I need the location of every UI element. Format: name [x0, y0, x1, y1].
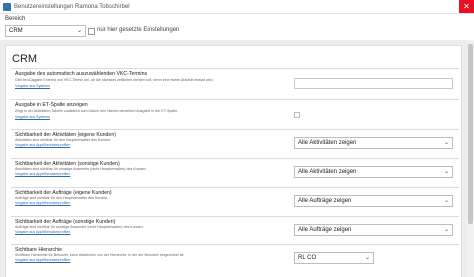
settings-content: CRM Ausgabe des automatisch auszuwählend…: [0, 40, 474, 277]
setting-row: Sichtbarkeit der Aktivitäten (eigene Kun…: [11, 129, 459, 159]
setting-row: Ausgabe in ET-Spalte anzeigen Zeigt in d…: [11, 99, 459, 130]
setting-select-value: Alle Aktivitäten zeigen: [298, 140, 357, 146]
setting-description: Gibt bei Ausgabe Entered von VKC-Termin …: [15, 78, 214, 82]
filter-bar: Bereich CRM ⌄ nur hier gesetzte Einstell…: [0, 14, 474, 40]
setting-default-link[interactable]: Vorgabe aus Appl/Benutzerprofilen: [15, 201, 70, 205]
setting-select[interactable]: Alle Aufträge zeigen ⌄: [294, 224, 453, 236]
setting-checkbox[interactable]: [294, 112, 300, 118]
area-select-value: CRM: [9, 28, 23, 34]
setting-select[interactable]: Alle Aufträge zeigen ⌄: [294, 195, 453, 207]
setting-description: Aufträge sind sichtbar für sonstige Anwe…: [15, 225, 144, 229]
setting-select-value: Alle Aufträge zeigen: [298, 198, 352, 204]
close-button[interactable]: ✕: [459, 0, 474, 13]
setting-description: Zeigt in der Aktivitäten-Tabelle zusätzl…: [15, 109, 179, 113]
title-bar: Benutzereinstellungen Ramona Tobschirbel…: [0, 0, 474, 14]
chevron-down-icon: ⌄: [443, 140, 449, 146]
vertical-scrollbar[interactable]: [467, 40, 474, 277]
own-only-label: nur hier gesetzte Einstellungen: [97, 27, 180, 33]
setting-select[interactable]: RL CO ⌄: [294, 252, 374, 264]
setting-default-link[interactable]: Vorgabe aus Appl/Benutzerprofilen: [15, 230, 70, 234]
setting-default-link[interactable]: Vorgabe aus Appl/Benutzerprofilen: [15, 258, 70, 262]
setting-select-value: Alle Aufträge zeigen: [298, 227, 352, 233]
setting-select[interactable]: Alle Aktivitäten zeigen ⌄: [294, 166, 453, 178]
setting-select-value: RL CO: [298, 255, 317, 261]
chevron-down-icon: ⌄: [443, 198, 449, 204]
chevron-down-icon: ⌄: [443, 169, 449, 175]
own-only-checkbox[interactable]: [88, 28, 95, 35]
setting-title: Ausgabe des automatisch auszuwählenden V…: [15, 71, 148, 77]
setting-row: Ausgabe des automatisch auszuwählenden V…: [11, 68, 459, 100]
scrollbar-thumb[interactable]: [468, 44, 473, 224]
chevron-down-icon: ⌄: [443, 227, 449, 233]
chevron-down-icon: ⌄: [76, 28, 82, 34]
setting-default-link[interactable]: Vorgabe aus Systems: [15, 84, 50, 88]
setting-title: Ausgabe in ET-Spalte anzeigen: [15, 102, 88, 108]
settings-panel: CRM Ausgabe des automatisch auszuwählend…: [5, 45, 462, 277]
area-select[interactable]: CRM ⌄: [5, 25, 86, 37]
app-icon: [3, 2, 11, 11]
setting-description: Aufträge sind sichtbar für den Hauptverw…: [15, 196, 109, 200]
window-title: Benutzereinstellungen Ramona Tobschirbel: [14, 3, 130, 10]
setting-row: Sichtbarkeit der Aufträge (eigene Kunden…: [11, 187, 459, 217]
setting-row: Sichtbarkeit der Aktivitäten (sonstige K…: [11, 158, 459, 188]
setting-select-value: Alle Aktivitäten zeigen: [298, 169, 357, 175]
setting-row: Sichtbare Hierarchie Sichtbare Hierarchi…: [11, 244, 459, 277]
chevron-down-icon: ⌄: [364, 255, 370, 261]
setting-default-link[interactable]: Vorgabe aus Systems: [15, 115, 50, 119]
setting-row: Sichtbarkeit der Aufträge (sonstige Kund…: [11, 216, 459, 245]
section-title: CRM: [12, 53, 38, 65]
setting-select[interactable]: Alle Aktivitäten zeigen ⌄: [294, 137, 453, 149]
setting-default-link[interactable]: Vorgabe aus Appl/Benutzerprofilen: [15, 172, 70, 176]
setting-description: Aktivitäten sind sichtbar für den Hauptv…: [15, 138, 112, 142]
setting-default-link[interactable]: Vorgabe aus Appl/Benutzerprofilen: [15, 143, 70, 147]
setting-input[interactable]: [294, 78, 453, 89]
setting-description: Aktivitäten sind sichtbar für sonstige A…: [15, 167, 147, 171]
area-label: Bereich: [5, 16, 26, 22]
setting-description: Sichtbare Hierarchie für Benutzer, kann …: [15, 253, 185, 257]
